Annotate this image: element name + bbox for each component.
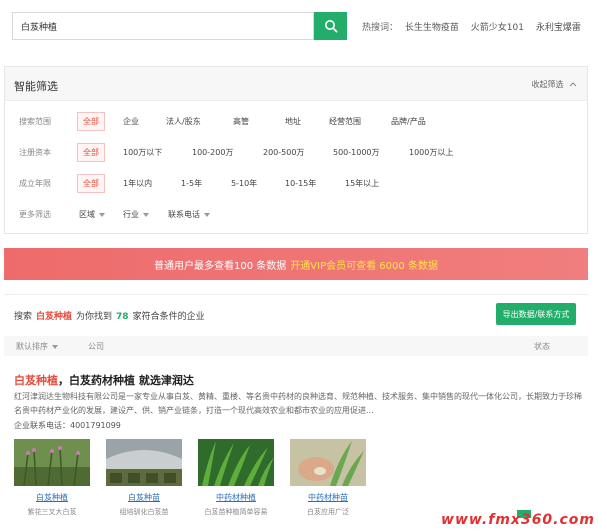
hot-search-item[interactable]: 永利宝爆雷 [536,23,581,33]
thumbnail-caption[interactable]: 中药材种苗 [290,492,366,503]
caret-down-icon [204,212,210,217]
plant-photo [14,439,90,486]
filter-option[interactable]: 1-5年 [181,178,202,189]
filter-option[interactable]: 经营范围 [329,116,361,127]
filter-row-age: 成立年限 全部 1年以内 1-5年 5-10年 10-15年 15年以上 [5,173,587,193]
filter-option[interactable]: 100-200万 [192,147,233,158]
ad-description: 红河津润达生物科技有限公司是一家专业从事白芨、黄精、重楼、等名贵中药材的良种选育… [14,392,582,415]
search-box[interactable] [12,12,314,40]
dropdown-label: 联系电话 [168,210,200,219]
thumbnail-caption[interactable]: 中药材种植 [198,492,274,503]
dropdown-label: 行业 [123,210,139,219]
filter-option[interactable]: 1000万以上 [409,147,453,158]
filter-row-label: 注册资本 [19,148,51,157]
ad-contact: 企业联系电话：4001791099 [14,421,121,430]
filter-row-capital: 注册资本 全部 100万以下 100-200万 200-500万 500-100… [5,142,587,162]
filter-option[interactable]: 品牌/产品 [391,116,426,127]
hand-seedling-photo [290,439,366,486]
filter-row-label: 成立年限 [19,179,51,188]
vip-banner[interactable]: 普通用户最多查看100 条数据 开通VIP会员可查看 6000 条数据 [4,248,588,280]
sort-label: 默认排序 [16,342,48,351]
thumbnail-subtitle: 白芨应用广泛 [307,508,349,516]
filter-option[interactable]: 地址 [285,116,301,127]
column-status: 状态 [534,342,550,351]
thumbnail-subtitle: 紫花三叉大白芨 [27,508,77,516]
ad-title-rest: ，白芨药材种植 就选津润达 [58,374,194,387]
results-count: 78 [116,312,129,322]
greenhouse-photo [106,439,182,486]
hot-search-label: 热搜词： [362,23,399,33]
collapse-label: 收起筛选 [531,80,564,89]
thumbnail-subtitle: 白芨苗种植简单容易 [204,508,268,516]
column-company: 公司 [88,342,104,351]
filter-option[interactable]: 5-10年 [231,178,257,189]
filter-option[interactable]: 15年以上 [345,178,379,189]
hot-search: 热搜词： 长生生物疫苗 火箭少女101 永利宝爆雷 [362,20,590,33]
caret-down-icon [143,212,149,217]
filter-option[interactable]: 10-15年 [285,178,316,189]
ad-title[interactable]: 白芨种植，白芨药材种植 就选津润达 [14,372,194,388]
results-keyword: 白芨种植 [36,312,73,322]
filter-option[interactable]: 200-500万 [263,147,304,158]
filter-row-scope: 搜索范围 全部 企业 法人/股东 高管 地址 经营范围 品牌/产品 [5,111,587,131]
industry-dropdown[interactable]: 行业 [123,209,149,220]
results-found: 为你找到 [76,312,113,322]
filter-row-label: 更多筛选 [19,210,51,219]
results-prefix: 搜索 [14,312,33,322]
phone-dropdown[interactable]: 联系电话 [168,209,210,220]
filter-option[interactable]: 500-1000万 [333,147,380,158]
ad-thumbnail[interactable]: 中药材种植 白芨苗种植简单容易 [198,439,274,517]
caret-down-icon [52,344,58,349]
search-icon [324,20,338,33]
filter-option[interactable]: 企业 [123,116,139,127]
ad-thumbnail[interactable]: 中药材种苗 白芨应用广泛 [290,439,366,517]
caret-down-icon [99,212,105,217]
search-button[interactable] [314,12,347,40]
ad-thumbnails: 白芨种植 紫花三叉大白芨 白芨种苗 组培驯化白芨苗 中药材种植 白芨苗种植简单容… [14,439,374,529]
filter-option[interactable]: 全部 [77,143,105,162]
results-suffix: 家符合条件的企业 [132,312,205,322]
region-dropdown[interactable]: 区域 [79,209,105,220]
thumbnail-caption[interactable]: 白芨种苗 [106,492,182,503]
ad-thumbnail[interactable]: 白芨种植 紫花三叉大白芨 [14,439,90,517]
filter-row-more: 更多筛选 区域 行业 联系电话 [5,204,587,224]
banner-vip-text: 开通VIP会员可查看 6000 条数据 [290,260,438,272]
filter-option[interactable]: 100万以下 [123,147,162,158]
dropdown-label: 区域 [79,210,95,219]
hot-search-item[interactable]: 火箭少女101 [471,23,524,33]
collapse-filter-toggle[interactable]: 收起筛选 [531,79,577,90]
results-header: 搜索 白芨种植 为你找到 78 家符合条件的企业 导出数据/联系方式 [4,294,588,332]
leaves-photo [198,439,274,486]
results-summary: 搜索 白芨种植 为你找到 78 家符合条件的企业 [14,309,205,322]
thumbnail-subtitle: 组培驯化白芨苗 [119,508,169,516]
filter-option[interactable]: 1年以内 [123,178,152,189]
filter-header: 智能筛选 收起筛选 [5,67,587,101]
search-input[interactable] [13,13,313,39]
filter-option[interactable]: 全部 [77,112,105,131]
table-header: 默认排序 公司 状态 [4,336,588,356]
banner-text: 普通用户最多查看100 条数据 [154,260,287,272]
filter-panel: 智能筛选 收起筛选 搜索范围 全部 企业 法人/股东 高管 地址 经营范围 品牌… [4,66,588,234]
filter-option[interactable]: 高管 [233,116,249,127]
watermark: www.fmx360.com [441,512,595,528]
hot-search-item[interactable]: 长生生物疫苗 [405,23,459,33]
filter-option[interactable]: 法人/股东 [166,116,201,127]
ad-thumbnail[interactable]: 白芨种苗 组培驯化白芨苗 [106,439,182,517]
thumbnail-caption[interactable]: 白芨种植 [14,492,90,503]
export-button[interactable]: 导出数据/联系方式 [496,303,576,325]
top-bar: 热搜词： 长生生物疫苗 火箭少女101 永利宝爆雷 [0,0,599,58]
ad-title-keyword: 白芨种植 [14,374,58,387]
filter-title: 智能筛选 [14,80,58,93]
filter-option[interactable]: 全部 [77,174,105,193]
sort-dropdown[interactable]: 默认排序 [16,341,58,352]
filter-row-label: 搜索范围 [19,117,51,126]
chevron-up-icon [569,82,577,87]
